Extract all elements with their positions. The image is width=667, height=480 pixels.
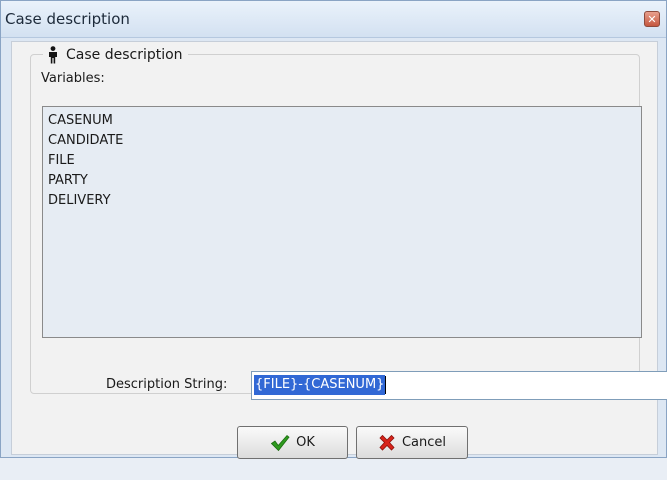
text-caret (385, 375, 387, 394)
variable-item[interactable]: CANDIDATE (48, 131, 636, 151)
title-bar[interactable]: Case description ✕ (1, 1, 666, 38)
variable-item[interactable]: CASENUM (48, 111, 636, 131)
cancel-button-label: Cancel (401, 435, 447, 450)
person-icon (49, 46, 57, 64)
dialog-window: Case description ✕ Case description Vari… (0, 0, 667, 459)
description-string-value: {FILE}-{CASENUM} (254, 375, 386, 395)
close-button[interactable]: ✕ (644, 11, 660, 27)
description-string-label: Description String: (106, 377, 228, 392)
variables-label: Variables: (41, 71, 105, 86)
group-legend: Case description (43, 46, 188, 64)
red-x-icon (379, 434, 395, 451)
cancel-button[interactable]: Cancel (356, 426, 468, 459)
group-title: Case description (66, 47, 183, 63)
checkmark-icon (270, 434, 290, 451)
case-description-group: Case description Variables: CASENUM CANDI… (30, 46, 667, 400)
window-title: Case description (5, 10, 130, 28)
ok-button-label: OK (296, 435, 315, 450)
variables-list[interactable]: CASENUM CANDIDATE FILE PARTY DELIVERY (42, 106, 642, 338)
variable-item[interactable]: DELIVERY (48, 191, 636, 211)
variable-item[interactable]: PARTY (48, 171, 636, 191)
description-string-input[interactable]: {FILE}-{CASENUM} (251, 371, 667, 400)
ok-button[interactable]: OK (237, 426, 348, 459)
dialog-body: Case description Variables: CASENUM CANDI… (11, 41, 667, 459)
variable-item[interactable]: FILE (48, 151, 636, 171)
